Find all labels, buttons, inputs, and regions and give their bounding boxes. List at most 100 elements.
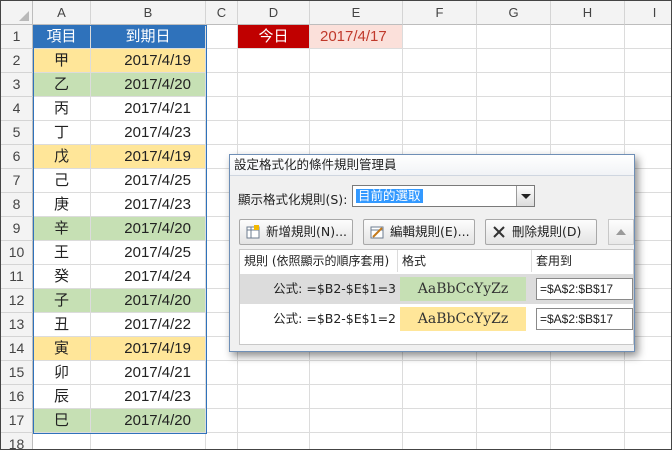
row-header-5[interactable]: 5 — [1, 121, 33, 145]
edit-rule-button[interactable]: 編輯規則(E)... — [363, 219, 475, 245]
cell[interactable] — [477, 361, 551, 385]
cell[interactable] — [625, 409, 671, 433]
cell[interactable] — [477, 409, 551, 433]
cell[interactable] — [238, 409, 310, 433]
column-header-d[interactable]: D — [238, 1, 310, 25]
row-header-8[interactable]: 8 — [1, 193, 33, 217]
cell[interactable] — [206, 409, 238, 433]
due-date-cell[interactable]: 2017/4/20 — [91, 289, 206, 313]
cell[interactable] — [551, 73, 625, 97]
cell[interactable] — [238, 361, 310, 385]
cell[interactable] — [310, 433, 403, 449]
cell[interactable] — [310, 361, 403, 385]
cell[interactable] — [403, 25, 477, 49]
cell[interactable] — [551, 385, 625, 409]
cell[interactable] — [625, 25, 671, 49]
cell[interactable] — [238, 121, 310, 145]
cell[interactable] — [551, 25, 625, 49]
cell[interactable] — [310, 409, 403, 433]
row-header-11[interactable]: 11 — [1, 265, 33, 289]
due-date-cell[interactable]: 2017/4/25 — [91, 241, 206, 265]
cell[interactable] — [625, 361, 671, 385]
rule-row[interactable]: 公式: =$B2-$E$1=2 AaBbCcYyZz =$A$2:$B$17 — [240, 304, 633, 334]
chevron-down-icon[interactable] — [516, 186, 534, 206]
cell[interactable] — [551, 49, 625, 73]
new-rule-button[interactable]: 新增規則(N)... — [239, 219, 353, 245]
row-header-10[interactable]: 10 — [1, 241, 33, 265]
due-date-cell[interactable]: 2017/4/23 — [91, 193, 206, 217]
due-date-cell[interactable]: 2017/4/20 — [91, 73, 206, 97]
delete-rule-button[interactable]: 刪除規則(D) — [485, 219, 597, 245]
cell[interactable] — [310, 385, 403, 409]
cell[interactable] — [206, 73, 238, 97]
item-cell[interactable]: 巳 — [33, 409, 91, 433]
cell[interactable] — [206, 385, 238, 409]
cell[interactable] — [551, 121, 625, 145]
applies-to-field[interactable]: =$A$2:$B$17 — [536, 278, 633, 300]
cell[interactable] — [206, 433, 238, 449]
cell[interactable] — [477, 433, 551, 449]
cell[interactable] — [477, 97, 551, 121]
header-item[interactable]: 項目 — [33, 25, 91, 49]
cell[interactable] — [625, 433, 671, 449]
cell[interactable] — [477, 385, 551, 409]
cell[interactable] — [477, 49, 551, 73]
cell[interactable] — [206, 361, 238, 385]
cell[interactable] — [477, 121, 551, 145]
cell[interactable] — [310, 49, 403, 73]
cell[interactable] — [551, 361, 625, 385]
cell[interactable] — [551, 409, 625, 433]
item-cell[interactable]: 丙 — [33, 97, 91, 121]
row-header-12[interactable]: 12 — [1, 289, 33, 313]
item-cell[interactable]: 戊 — [33, 145, 91, 169]
cell[interactable] — [206, 121, 238, 145]
item-cell[interactable]: 丑 — [33, 313, 91, 337]
show-rules-dropdown[interactable]: 目前的選取 — [352, 185, 535, 207]
row-header-9[interactable]: 9 — [1, 217, 33, 241]
item-cell[interactable]: 乙 — [33, 73, 91, 97]
today-value[interactable]: 2017/4/17 — [310, 25, 403, 49]
row-header-18[interactable]: 18 — [1, 433, 33, 449]
column-header-i[interactable]: I — [625, 1, 671, 25]
due-date-cell[interactable]: 2017/4/20 — [91, 217, 206, 241]
row-header-6[interactable]: 6 — [1, 145, 33, 169]
due-date-cell[interactable]: 2017/4/25 — [91, 169, 206, 193]
cell[interactable] — [551, 433, 625, 449]
row-header-15[interactable]: 15 — [1, 361, 33, 385]
item-cell[interactable]: 己 — [33, 169, 91, 193]
due-date-cell[interactable]: 2017/4/19 — [91, 337, 206, 361]
cell[interactable] — [403, 385, 477, 409]
cell[interactable] — [403, 121, 477, 145]
cell[interactable] — [403, 49, 477, 73]
move-up-button[interactable] — [608, 219, 634, 245]
due-date-cell[interactable]: 2017/4/22 — [91, 313, 206, 337]
column-header-b[interactable]: B — [91, 1, 206, 25]
due-date-cell[interactable]: 2017/4/21 — [91, 97, 206, 121]
column-header-c[interactable]: C — [206, 1, 238, 25]
cell[interactable] — [403, 361, 477, 385]
rule-row[interactable]: 公式: =$B2-$E$1=3 AaBbCcYyZz =$A$2:$B$17 — [240, 274, 633, 304]
item-cell[interactable]: 子 — [33, 289, 91, 313]
cell[interactable] — [238, 49, 310, 73]
cell[interactable] — [238, 385, 310, 409]
cell[interactable] — [625, 97, 671, 121]
item-cell[interactable]: 辰 — [33, 385, 91, 409]
cell[interactable] — [403, 73, 477, 97]
item-cell[interactable]: 卯 — [33, 361, 91, 385]
due-date-cell[interactable]: 2017/4/20 — [91, 409, 206, 433]
cell[interactable] — [403, 433, 477, 449]
cell[interactable] — [477, 73, 551, 97]
due-date-cell[interactable]: 2017/4/24 — [91, 265, 206, 289]
cell[interactable] — [310, 73, 403, 97]
row-header-3[interactable]: 3 — [1, 73, 33, 97]
applies-to-field[interactable]: =$A$2:$B$17 — [536, 308, 633, 330]
item-cell[interactable]: 辛 — [33, 217, 91, 241]
item-cell[interactable]: 庚 — [33, 193, 91, 217]
header-due-date[interactable]: 到期日 — [91, 25, 206, 49]
row-header-13[interactable]: 13 — [1, 313, 33, 337]
cell[interactable] — [206, 97, 238, 121]
column-header-h[interactable]: H — [551, 1, 625, 25]
item-cell[interactable]: 丁 — [33, 121, 91, 145]
due-date-cell[interactable]: 2017/4/23 — [91, 385, 206, 409]
cell[interactable] — [238, 433, 310, 449]
